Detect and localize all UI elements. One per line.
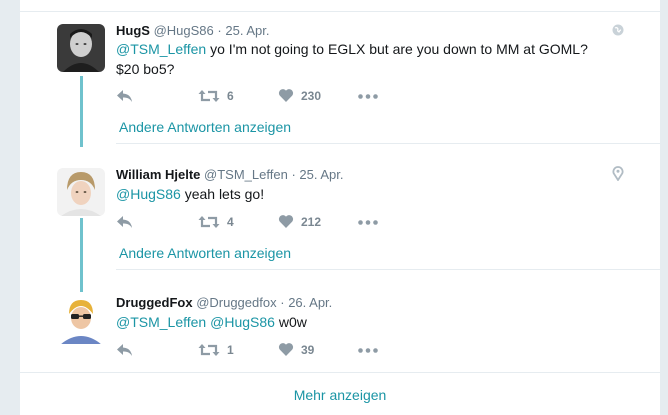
heart-icon	[278, 343, 294, 356]
globe-icon	[612, 24, 624, 36]
mention-link[interactable]: @TSM_Leffen	[116, 314, 206, 330]
tweet-text: @TSM_Leffen yo I'm not going to EGLX but…	[116, 41, 588, 57]
reply-button[interactable]	[116, 342, 134, 358]
show-more-link[interactable]: Mehr anzeigen	[20, 387, 660, 403]
avatar[interactable]	[57, 296, 105, 344]
avatar[interactable]	[57, 168, 105, 216]
reply-button[interactable]	[116, 214, 134, 230]
divider	[116, 269, 660, 270]
avatar[interactable]	[57, 24, 105, 72]
retweet-button[interactable]: 1	[198, 342, 234, 358]
show-other-replies-link[interactable]: Andere Antworten anzeigen	[119, 119, 291, 135]
separator: ·	[291, 167, 296, 182]
author-name[interactable]: William Hjelte	[116, 167, 200, 182]
retweet-icon	[198, 90, 220, 102]
like-count: 212	[301, 214, 322, 229]
heart-icon	[278, 215, 294, 228]
tweet-text-line2: $20 bo5?	[116, 61, 175, 77]
top-border	[20, 0, 660, 12]
more-options-button[interactable]	[358, 94, 378, 99]
like-button[interactable]: 212	[278, 214, 321, 229]
separator: ·	[280, 295, 285, 310]
retweet-count: 6	[227, 89, 234, 103]
separator: ·	[217, 23, 222, 38]
author-handle[interactable]: @TSM_Leffen	[204, 167, 288, 182]
tweet-text: @HugS86 yeah lets go!	[116, 186, 264, 202]
tweet-header: William Hjelte @TSM_Leffen · 25. Apr.	[116, 167, 344, 182]
reply-icon	[117, 216, 132, 228]
timestamp[interactable]: 26. Apr.	[288, 295, 332, 310]
author-name[interactable]: HugS	[116, 23, 150, 38]
thread-line	[80, 76, 83, 147]
author-handle[interactable]: @Druggedfox	[196, 295, 276, 310]
retweet-button[interactable]: 6	[198, 88, 234, 104]
conversation-panel: HugS @HugS86 · 25. Apr. @TSM_Leffen yo I…	[20, 0, 660, 415]
tweet-text-body: w0w	[274, 314, 307, 330]
location-pin-icon	[612, 166, 624, 181]
tweet-text: @TSM_Leffen @HugS86 w0w	[116, 314, 307, 330]
more-dots-icon	[358, 94, 378, 99]
tweet-text-body: yeah lets go!	[180, 186, 265, 202]
retweet-button[interactable]: 4	[198, 214, 234, 230]
like-count: 230	[301, 88, 322, 103]
retweet-icon	[198, 216, 220, 228]
thread-line	[80, 218, 83, 292]
tweet-header: HugS @HugS86 · 25. Apr.	[116, 23, 269, 38]
like-count: 39	[301, 342, 315, 357]
show-more-bar: Mehr anzeigen	[20, 372, 660, 415]
heart-icon	[278, 89, 294, 102]
divider	[116, 143, 660, 144]
timestamp[interactable]: 25. Apr.	[225, 23, 269, 38]
mention-link[interactable]: @TSM_Leffen	[116, 41, 206, 57]
mention-link[interactable]: @HugS86	[210, 314, 275, 330]
retweet-count: 4	[227, 215, 234, 229]
retweet-icon	[198, 344, 220, 356]
more-dots-icon	[358, 348, 378, 353]
more-dots-icon	[358, 220, 378, 225]
tweet-text-body: yo I'm not going to EGLX but are you dow…	[206, 41, 588, 57]
retweet-count: 1	[227, 343, 234, 357]
reply-icon	[117, 344, 132, 356]
author-handle[interactable]: @HugS86	[154, 23, 214, 38]
tweet-header: DruggedFox @Druggedfox · 26. Apr.	[116, 295, 332, 310]
reply-button[interactable]	[116, 88, 134, 104]
reply-icon	[117, 90, 132, 102]
mention-link[interactable]: @HugS86	[116, 186, 181, 202]
more-options-button[interactable]	[358, 348, 378, 353]
like-button[interactable]: 230	[278, 88, 321, 103]
timestamp[interactable]: 25. Apr.	[299, 167, 343, 182]
more-options-button[interactable]	[358, 220, 378, 225]
like-button[interactable]: 39	[278, 342, 314, 357]
author-name[interactable]: DruggedFox	[116, 295, 193, 310]
show-other-replies-link[interactable]: Andere Antworten anzeigen	[119, 245, 291, 261]
